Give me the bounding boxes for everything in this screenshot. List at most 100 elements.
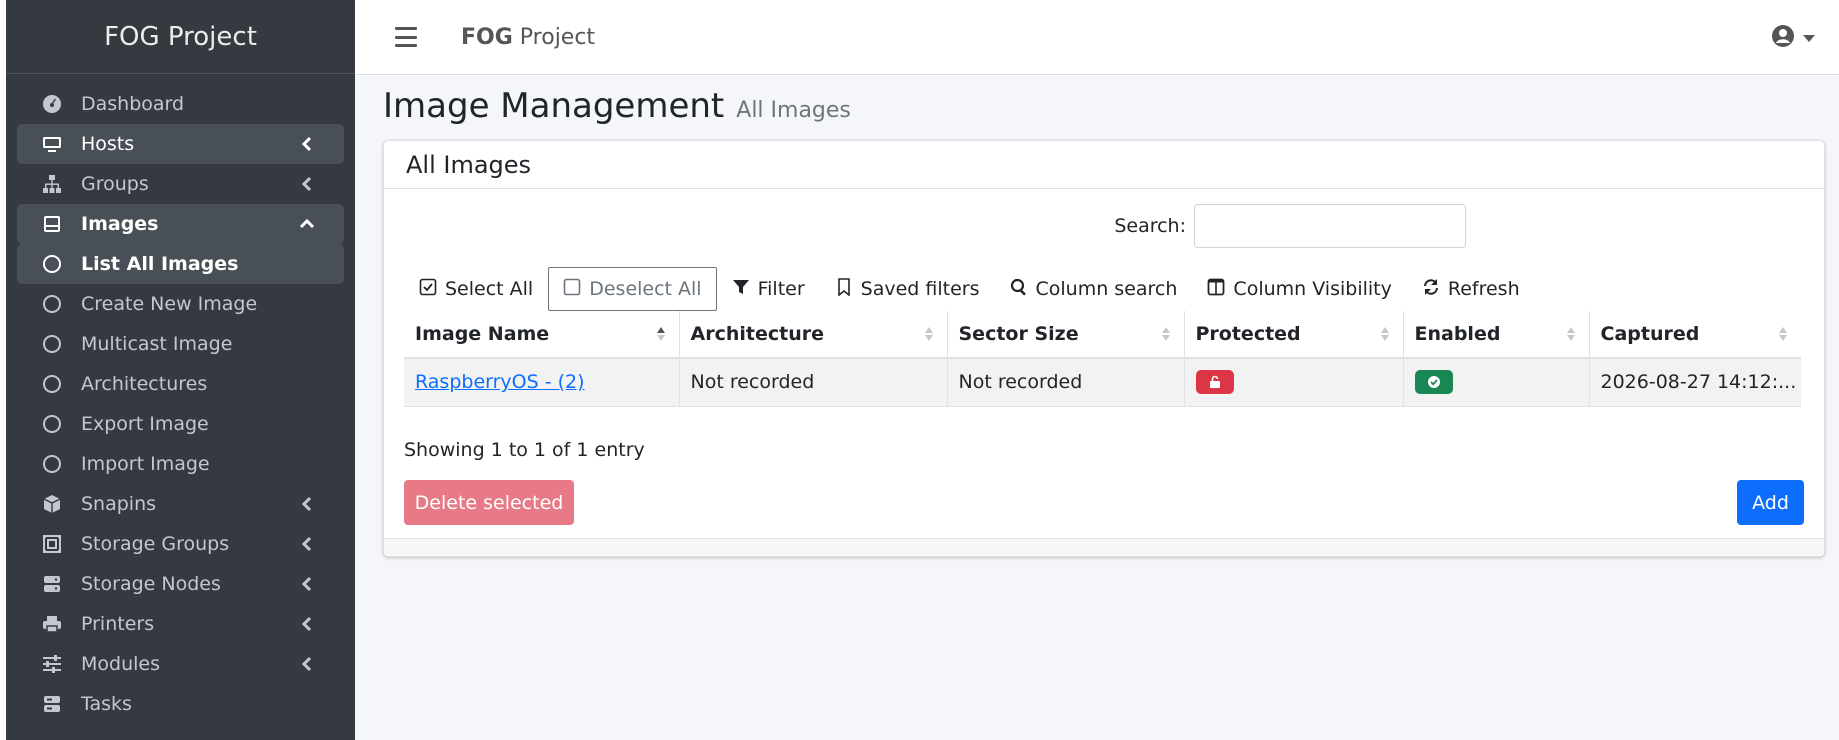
page-header: Image Management All Images: [383, 86, 851, 126]
top-brand-bold: FOG: [461, 24, 513, 50]
circle-icon: [41, 333, 63, 355]
column-header-label: Sector Size: [958, 323, 1079, 345]
sidebar-item-groups[interactable]: Groups: [17, 164, 344, 204]
sidebar-nav: Dashboard Hosts Groups Images List All I…: [6, 74, 355, 724]
deselect-all-button[interactable]: Deselect All: [548, 267, 717, 311]
sidebar-item-label: Import Image: [81, 453, 210, 475]
sidebar-item-snapins[interactable]: Snapins: [17, 484, 344, 524]
images-table: Image Name Architecture Sector Size Prot…: [404, 311, 1801, 407]
select-all-button[interactable]: Select All: [404, 267, 548, 311]
delete-selected-button[interactable]: Delete selected: [404, 480, 574, 525]
caret-down-icon: [1803, 34, 1815, 42]
search-magnify-icon: [1010, 278, 1028, 301]
add-button[interactable]: Add: [1737, 480, 1804, 525]
sidebar-item-create-new-image[interactable]: Create New Image: [17, 284, 344, 324]
sort-icon: [1779, 327, 1787, 341]
sidebar-item-list-all-images[interactable]: List All Images: [17, 244, 344, 284]
sidebar-brand[interactable]: FOG Project: [6, 0, 355, 74]
deselect-all-label: Deselect All: [589, 278, 702, 300]
search-row: Search:: [1114, 204, 1466, 248]
search-label: Search:: [1114, 215, 1186, 237]
table-info: Showing 1 to 1 of 1 entry: [404, 439, 645, 461]
storage-group-icon: [41, 533, 63, 555]
circle-icon: [41, 373, 63, 395]
hdd-icon: [41, 213, 63, 235]
column-header-protected[interactable]: Protected: [1184, 311, 1404, 359]
server-icon: [41, 573, 63, 595]
dashboard-icon: [41, 93, 63, 115]
sidebar-item-storage-nodes[interactable]: Storage Nodes: [17, 564, 344, 604]
refresh-button[interactable]: Refresh: [1407, 267, 1535, 311]
filter-icon: [732, 278, 750, 301]
chevron-up-icon: [298, 215, 316, 233]
sidebar-item-images[interactable]: Images: [17, 204, 344, 244]
sort-icon: [1566, 327, 1575, 341]
user-menu-toggle[interactable]: [1771, 24, 1815, 52]
filter-label: Filter: [757, 278, 805, 300]
cell-captured: 2026-08-27 14:12:...: [1589, 358, 1801, 407]
chevron-left-icon: [298, 535, 316, 553]
box-icon: [41, 493, 63, 515]
check-square-icon: [419, 278, 437, 301]
sidebar-item-architectures[interactable]: Architectures: [17, 364, 344, 404]
sort-icon: [1161, 327, 1170, 341]
bookmark-icon: [835, 277, 853, 301]
page-title: Image Management: [383, 86, 725, 126]
column-visibility-button[interactable]: Column Visibility: [1192, 267, 1406, 311]
check-circle-icon[interactable]: [1414, 370, 1453, 395]
sidebar-item-label: Dashboard: [81, 93, 185, 115]
sidebar-item-hosts[interactable]: Hosts: [17, 124, 344, 164]
sidebar-item-export-image[interactable]: Export Image: [17, 404, 344, 444]
user-circle-icon: [1771, 24, 1795, 52]
column-search-button[interactable]: Column search: [995, 267, 1193, 311]
search-input[interactable]: [1194, 204, 1466, 248]
sidebar-item-printers[interactable]: Printers: [17, 604, 344, 644]
images-card: All Images Search: Select All Deselect A…: [383, 140, 1825, 557]
chevron-left-icon: [298, 615, 316, 633]
chevron-left-icon: [298, 655, 316, 673]
sort-icon: [1380, 327, 1389, 341]
sidebar-item-dashboard[interactable]: Dashboard: [17, 84, 344, 124]
hamburger-menu-icon[interactable]: [395, 27, 417, 47]
sidebar-item-modules[interactable]: Modules: [17, 644, 344, 684]
cell-protected: [1184, 358, 1404, 407]
circle-icon: [41, 293, 63, 315]
image-name-link[interactable]: RaspberryOS - (2): [415, 371, 585, 393]
cell-image-name: RaspberryOS - (2): [404, 358, 680, 407]
top-brand[interactable]: FOG Project: [461, 25, 595, 50]
sidebar-item-label: Multicast Image: [81, 333, 233, 355]
sidebar-item-import-image[interactable]: Import Image: [17, 444, 344, 484]
refresh-icon: [1422, 278, 1440, 301]
column-header-architecture[interactable]: Architecture: [679, 311, 948, 359]
chevron-left-icon: [298, 135, 316, 153]
column-header-image-name[interactable]: Image Name: [404, 311, 680, 359]
saved-filters-button[interactable]: Saved filters: [820, 267, 995, 311]
cell-architecture: Not recorded: [679, 358, 948, 407]
sidebar-item-label: List All Images: [81, 253, 239, 275]
filter-button[interactable]: Filter: [717, 267, 820, 311]
unlock-icon[interactable]: [1195, 370, 1234, 395]
table-row[interactable]: RaspberryOS - (2) Not recorded Not recor…: [404, 358, 1801, 407]
sidebar: FOG Project Dashboard Hosts Groups Image…: [6, 0, 355, 740]
circle-icon: [41, 453, 63, 475]
column-header-captured[interactable]: Captured: [1589, 311, 1801, 359]
column-header-sector-size[interactable]: Sector Size: [947, 311, 1185, 359]
table-header-row: Image Name Architecture Sector Size Prot…: [404, 311, 1801, 359]
select-all-label: Select All: [445, 278, 534, 300]
column-header-enabled[interactable]: Enabled: [1403, 311, 1590, 359]
sidebar-item-tasks[interactable]: Tasks: [17, 684, 344, 724]
printer-icon: [41, 613, 63, 635]
sort-icon: [924, 327, 933, 341]
chevron-left-icon: [298, 495, 316, 513]
column-header-label: Protected: [1195, 323, 1301, 345]
cell-enabled: [1403, 358, 1590, 407]
column-header-label: Enabled: [1414, 323, 1501, 345]
chevron-left-icon: [298, 175, 316, 193]
saved-filters-label: Saved filters: [860, 278, 980, 300]
cell-sector-size: Not recorded: [947, 358, 1185, 407]
square-icon: [563, 278, 581, 301]
sidebar-item-multicast-image[interactable]: Multicast Image: [17, 324, 344, 364]
sidebar-item-storage-groups[interactable]: Storage Groups: [17, 524, 344, 564]
sidebar-item-label: Create New Image: [81, 293, 258, 315]
card-footer: [384, 538, 1824, 556]
